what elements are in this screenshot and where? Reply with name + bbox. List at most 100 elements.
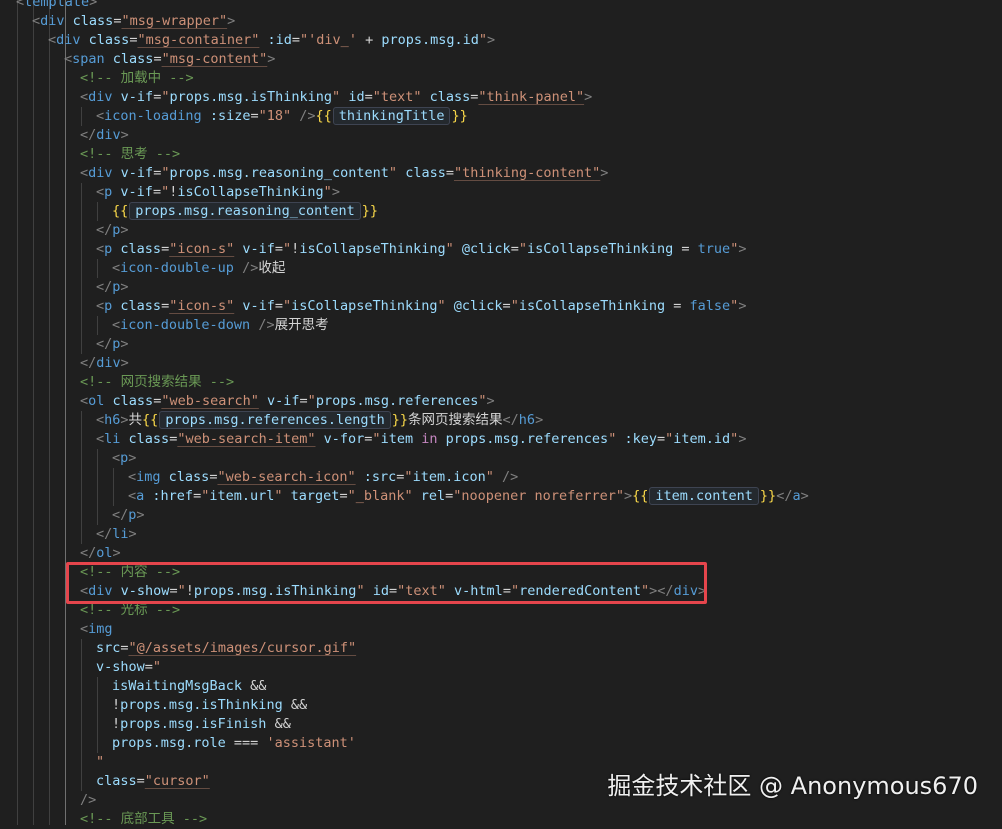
code-token: props.msg.references bbox=[445, 431, 609, 447]
code-token: 条网页搜索结果 bbox=[408, 412, 503, 428]
code-token: {{ bbox=[112, 203, 129, 219]
code-token: " bbox=[372, 431, 381, 447]
code-token: }} bbox=[361, 203, 378, 219]
code-token: "msg-container" bbox=[137, 32, 260, 48]
code-token: > bbox=[623, 488, 633, 504]
code-token: props.msg.role bbox=[112, 735, 226, 751]
inline-expression: item.content bbox=[649, 487, 759, 505]
code-token: h6 bbox=[518, 412, 536, 428]
code-token: " bbox=[478, 32, 488, 48]
code-line: </p> bbox=[96, 278, 129, 297]
code-token: "web-search-icon" bbox=[217, 469, 356, 485]
code-token: </ bbox=[776, 488, 793, 504]
code-token: /> bbox=[258, 317, 275, 333]
code-token: }} bbox=[759, 488, 777, 504]
code-line: <a :href="item.url" target="_blank" rel=… bbox=[128, 487, 809, 506]
code-token: item.id bbox=[673, 431, 731, 447]
code-line: <p class="icon-s" v-if="!isCollapseThink… bbox=[96, 240, 746, 259]
code-line: <img class="web-search-icon" :src="item.… bbox=[128, 468, 518, 487]
code-token: <!-- 网页搜索结果 --> bbox=[80, 374, 235, 390]
indent-guide bbox=[49, 0, 50, 825]
code-token: > bbox=[120, 279, 129, 295]
code-token: template bbox=[24, 0, 90, 10]
code-token: "icon-s" bbox=[169, 298, 235, 314]
code-token: "'div_' bbox=[300, 32, 366, 48]
code-token: > bbox=[800, 488, 809, 504]
code-line: <!-- 网页搜索结果 --> bbox=[80, 373, 234, 392]
code-token: "noopener noreferrer" bbox=[453, 488, 624, 504]
code-token: "icon-s" bbox=[169, 241, 235, 257]
code-line: </li> bbox=[96, 525, 137, 544]
code-line: !props.msg.isThinking && bbox=[112, 696, 307, 715]
code-token: isCollapseThinking bbox=[299, 241, 446, 257]
code-token: < bbox=[80, 89, 89, 105]
code-token: 共 bbox=[128, 412, 143, 428]
code-line: <icon-double-up />收起 bbox=[112, 259, 285, 278]
code-line: <div v-if="props.msg.reasoning_content" … bbox=[80, 164, 608, 183]
indent-guide bbox=[97, 677, 98, 753]
code-token: v-if bbox=[120, 184, 153, 200]
code-token: > bbox=[120, 127, 129, 143]
code-token: isCollapseThinking bbox=[518, 298, 666, 314]
code-line: class="cursor" bbox=[96, 772, 210, 791]
code-token: " bbox=[307, 393, 316, 409]
code-token: = bbox=[274, 241, 284, 257]
code-token: class bbox=[88, 32, 130, 48]
code-token: img bbox=[136, 469, 161, 485]
indent-guide bbox=[81, 639, 82, 791]
code-token: </ bbox=[96, 222, 113, 238]
code-token: && bbox=[242, 678, 267, 694]
code-token: > bbox=[128, 526, 137, 542]
code-token: {{ bbox=[315, 108, 332, 124]
code-token: < bbox=[112, 317, 121, 333]
code-token: > bbox=[267, 51, 276, 67]
code-token: div bbox=[88, 89, 113, 105]
code-token: < bbox=[96, 412, 105, 428]
code-line: </p> bbox=[96, 335, 129, 354]
code-token: = bbox=[339, 488, 348, 504]
code-line: <!-- 思考 --> bbox=[80, 145, 180, 164]
code-token: :href bbox=[152, 488, 194, 504]
code-token: :id bbox=[267, 32, 292, 48]
code-token: props.msg.id bbox=[381, 32, 479, 48]
code-token: props.msg.reasoning_content bbox=[169, 165, 389, 181]
inline-expression: props.msg.references.length bbox=[159, 411, 391, 429]
code-token: = bbox=[502, 298, 511, 314]
code-token: class bbox=[96, 773, 137, 789]
code-line: <img bbox=[80, 620, 113, 639]
code-token: = bbox=[364, 89, 373, 105]
code-token: </ bbox=[112, 507, 129, 523]
code-token: > bbox=[584, 89, 593, 105]
code-token: < bbox=[96, 431, 105, 447]
code-line: <span class="msg-content"> bbox=[64, 50, 275, 69]
code-token: < bbox=[96, 241, 105, 257]
code-token: > bbox=[120, 222, 129, 238]
code-line: <div v-if="props.msg.isThinking" id="tex… bbox=[80, 88, 592, 107]
code-token: = bbox=[153, 51, 162, 67]
code-token: = bbox=[673, 241, 698, 257]
code-token: > bbox=[535, 412, 544, 428]
code-token: li bbox=[112, 526, 129, 542]
code-line: <icon-double-down />展开思考 bbox=[112, 316, 329, 335]
code-token: <!-- 思考 --> bbox=[80, 146, 181, 162]
code-token: "web-search" bbox=[161, 393, 259, 409]
code-editor[interactable]: <template> <div class="msg-wrapper"> <div … bbox=[0, 0, 1002, 827]
indent-guide bbox=[17, 0, 18, 825]
code-token: </ bbox=[80, 545, 97, 561]
code-token: " bbox=[404, 469, 413, 485]
code-token: @click bbox=[453, 298, 503, 314]
code-token: > bbox=[486, 393, 495, 409]
code-token: > bbox=[738, 298, 747, 314]
code-line: <div class="msg-container" :id="'div_' +… bbox=[48, 31, 495, 50]
code-token: div bbox=[96, 127, 121, 143]
